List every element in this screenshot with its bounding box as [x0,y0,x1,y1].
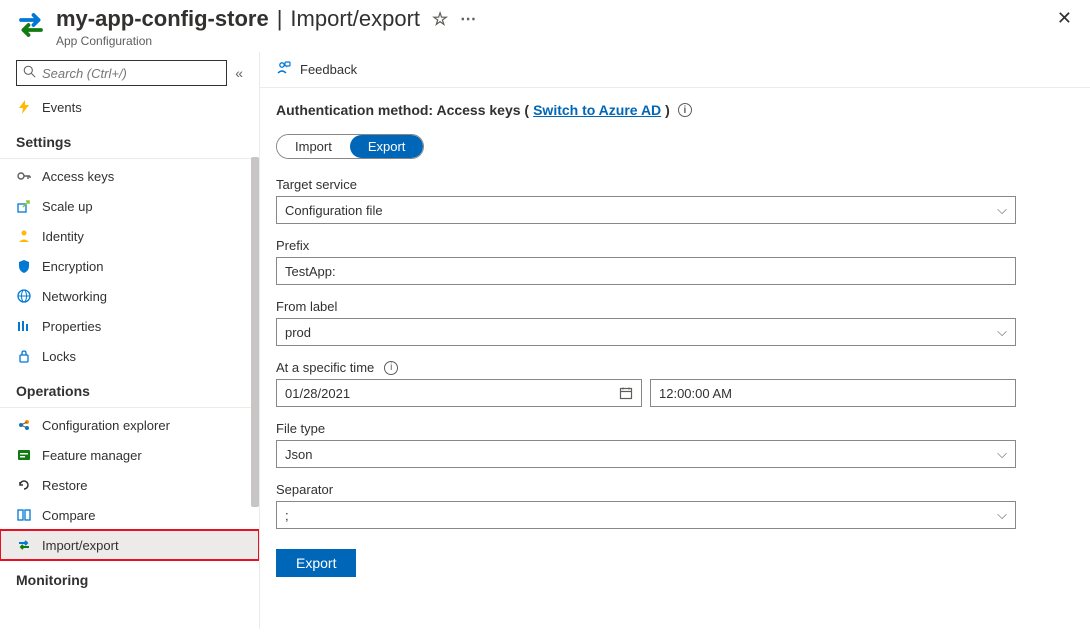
sidebar-item-label: Networking [42,289,107,304]
select-target-service[interactable]: Configuration file ⌵ [276,196,1016,224]
input-date-value: 01/28/2021 [285,386,350,401]
resource-name: my-app-config-store [56,6,269,32]
label-file-type: File type [276,421,1016,436]
select-separator[interactable]: ; ⌵ [276,501,1016,529]
feedback-button[interactable]: Feedback [276,60,357,79]
sidebar: « Events Settings Access keys Scale up I… [0,52,260,629]
properties-icon [16,318,32,334]
import-export-icon [16,537,32,553]
scale-up-icon [16,198,32,214]
sidebar-item-label: Feature manager [42,448,142,463]
config-explorer-icon [16,417,32,433]
label-separator: Separator [276,482,1016,497]
select-separator-value: ; [285,508,289,523]
command-bar: Feedback [260,52,1090,88]
bolt-icon [16,99,32,115]
sidebar-item-networking[interactable]: Networking [0,281,259,311]
sidebar-item-label: Locks [42,349,76,364]
sidebar-item-label: Encryption [42,259,103,274]
scrollbar-thumb[interactable] [251,157,259,507]
identity-icon [16,228,32,244]
collapse-sidebar-icon[interactable]: « [235,65,243,81]
select-target-service-value: Configuration file [285,203,383,218]
sidebar-item-label: Compare [42,508,95,523]
page-header: my-app-config-store | Import/export ☆ ⋯ … [0,0,1090,52]
sidebar-search-input[interactable] [16,60,227,86]
globe-icon [16,288,32,304]
feedback-label: Feedback [300,62,357,77]
export-button[interactable]: Export [276,549,356,577]
label-at-time: At a specific time [276,360,374,375]
chevron-down-icon: ⌵ [997,202,1007,218]
select-file-type[interactable]: Json ⌵ [276,440,1016,468]
sidebar-item-restore[interactable]: Restore [0,470,259,500]
chevron-down-icon: ⌵ [997,446,1007,462]
feature-manager-icon [16,447,32,463]
switch-auth-link[interactable]: Switch to Azure AD [533,102,661,118]
shield-icon [16,258,32,274]
label-target-service: Target service [276,177,1016,192]
sidebar-item-label: Events [42,100,82,115]
page-title: Import/export [290,6,420,32]
input-prefix-value: TestApp: [285,264,336,279]
auth-method-line: Authentication method: Access keys (Swit… [276,102,1074,118]
sidebar-item-label: Configuration explorer [42,418,170,433]
sidebar-item-identity[interactable]: Identity [0,221,259,251]
input-date[interactable]: 01/28/2021 [276,379,642,407]
sidebar-item-import-export[interactable]: Import/export [0,530,259,560]
sidebar-item-label: Access keys [42,169,114,184]
sidebar-item-feature-manager[interactable]: Feature manager [0,440,259,470]
favorite-star-icon[interactable]: ☆ [432,9,448,30]
title-separator: | [277,6,283,32]
sidebar-item-events[interactable]: Events [0,92,259,122]
sidebar-section-settings: Settings [0,122,259,159]
search-icon [23,65,36,81]
sidebar-item-label: Properties [42,319,101,334]
lock-icon [16,348,32,364]
select-file-type-value: Json [285,447,312,462]
sidebar-item-properties[interactable]: Properties [0,311,259,341]
sidebar-item-label: Restore [42,478,88,493]
tab-export[interactable]: Export [350,135,424,158]
sidebar-scrollbar[interactable] [249,87,259,629]
close-blade-button[interactable]: ✕ [1057,8,1072,29]
select-from-label-value: prod [285,325,311,340]
sidebar-item-label: Scale up [42,199,93,214]
sidebar-item-scale-up[interactable]: Scale up [0,191,259,221]
auth-prefix: Authentication method: Access keys ( [276,102,529,118]
sidebar-item-label: Identity [42,229,84,244]
auth-suffix: ) [665,102,670,118]
sidebar-section-operations: Operations [0,371,259,408]
more-menu-icon[interactable]: ⋯ [460,9,477,29]
import-export-toggle: Import Export [276,134,424,159]
select-from-label[interactable]: prod ⌵ [276,318,1016,346]
key-icon [16,168,32,184]
info-icon[interactable]: i [384,361,398,375]
sidebar-item-encryption[interactable]: Encryption [0,251,259,281]
sidebar-item-locks[interactable]: Locks [0,341,259,371]
compare-icon [16,507,32,523]
input-time[interactable]: 12:00:00 AM [650,379,1016,407]
resource-type-icon [16,10,46,40]
sidebar-item-compare[interactable]: Compare [0,500,259,530]
resource-type-label: App Configuration [56,34,477,48]
restore-icon [16,477,32,493]
tab-import[interactable]: Import [277,135,350,158]
chevron-down-icon: ⌵ [997,507,1007,523]
sidebar-item-label: Import/export [42,538,119,553]
sidebar-section-monitoring: Monitoring [0,560,259,594]
label-from-label: From label [276,299,1016,314]
sidebar-search-field[interactable] [42,66,220,81]
sidebar-item-access-keys[interactable]: Access keys [0,161,259,191]
feedback-icon [276,60,292,79]
sidebar-item-config-explorer[interactable]: Configuration explorer [0,410,259,440]
info-icon[interactable]: i [678,103,692,117]
chevron-down-icon: ⌵ [997,324,1007,340]
calendar-icon [619,386,633,400]
input-prefix[interactable]: TestApp: [276,257,1016,285]
input-time-value: 12:00:00 AM [659,386,732,401]
label-prefix: Prefix [276,238,1016,253]
